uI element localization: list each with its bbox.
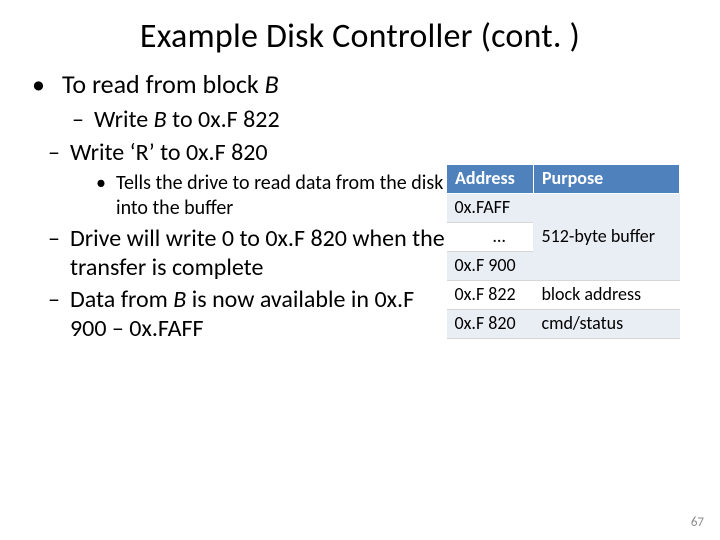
lvl1-text: To read from block B (62, 69, 696, 101)
lvl2d-pre: Data from (70, 285, 173, 314)
dot-glyph: • (96, 171, 116, 220)
bullet-lvl2-d: – Data from B is now available in 0x.F 9… (48, 285, 446, 344)
lvl2a-text: Write B to 0x.F 822 (94, 105, 696, 134)
cell-purpose-buffer: 512-byte buffer (533, 193, 679, 280)
table-row: 0x.F 820 cmd/status (447, 309, 680, 338)
th-address: Address (447, 164, 534, 193)
cell-addr-faff: 0x.FAFF (447, 193, 534, 222)
th-purpose: Purpose (533, 164, 679, 193)
slide: Example Disk Controller (cont. ) • To re… (0, 0, 720, 540)
cell-addr-f900: 0x.F 900 (447, 251, 534, 280)
table-row: 0x.F 822 block address (447, 280, 680, 309)
cell-purpose-cmd: cmd/status (533, 309, 679, 338)
dash-glyph: – (48, 224, 70, 283)
bullet-lvl3-a: • Tells the drive to read data from the … (96, 171, 446, 220)
lvl1-pre: To read from block (62, 68, 265, 100)
right-column: Address Purpose 0x.FAFF 512-byte buffer … (446, 136, 696, 339)
dash-glyph: – (48, 285, 70, 344)
lvl2c-text: Drive will write 0 to 0x.F 820 when the … (70, 224, 446, 283)
lvl2d-text: Data from B is now available in 0x.F 900… (70, 285, 446, 344)
lvl2d-ital: B (173, 285, 186, 314)
lvl2a-ital: B (154, 105, 167, 134)
cell-purpose-block: block address (533, 280, 679, 309)
cell-addr-ellipsis: … (447, 222, 534, 251)
table-row: 0x.FAFF 512-byte buffer (447, 193, 680, 222)
bullet-glyph: • (24, 69, 62, 101)
cell-addr-f820: 0x.F 820 (447, 309, 534, 338)
bullet-lvl2-c: – Drive will write 0 to 0x.F 820 when th… (48, 224, 446, 283)
table-header-row: Address Purpose (447, 164, 680, 193)
page-number: 67 (691, 515, 704, 530)
lvl3a-text: Tells the drive to read data from the di… (116, 171, 446, 220)
slide-title: Example Disk Controller (cont. ) (0, 0, 720, 57)
slide-body: • To read from block B – Write B to 0x.F… (0, 57, 720, 345)
bullet-lvl1: • To read from block B (24, 69, 696, 101)
lvl1-ital: B (265, 68, 279, 100)
two-column-region: – Write ‘R’ to 0x.F 820 • Tells the driv… (24, 136, 696, 345)
bullet-lvl2-b: – Write ‘R’ to 0x.F 820 (48, 138, 446, 167)
lvl2a-pre: Write (94, 105, 154, 134)
bullet-lvl2-a: – Write B to 0x.F 822 (72, 105, 696, 134)
address-table: Address Purpose 0x.FAFF 512-byte buffer … (446, 164, 680, 339)
lvl2b-text: Write ‘R’ to 0x.F 820 (70, 138, 446, 167)
dash-glyph: – (72, 105, 94, 134)
lvl2a-post: to 0x.F 822 (167, 105, 280, 134)
cell-addr-f822: 0x.F 822 (447, 280, 534, 309)
left-column: – Write ‘R’ to 0x.F 820 • Tells the driv… (24, 136, 446, 345)
dash-glyph: – (48, 138, 70, 167)
